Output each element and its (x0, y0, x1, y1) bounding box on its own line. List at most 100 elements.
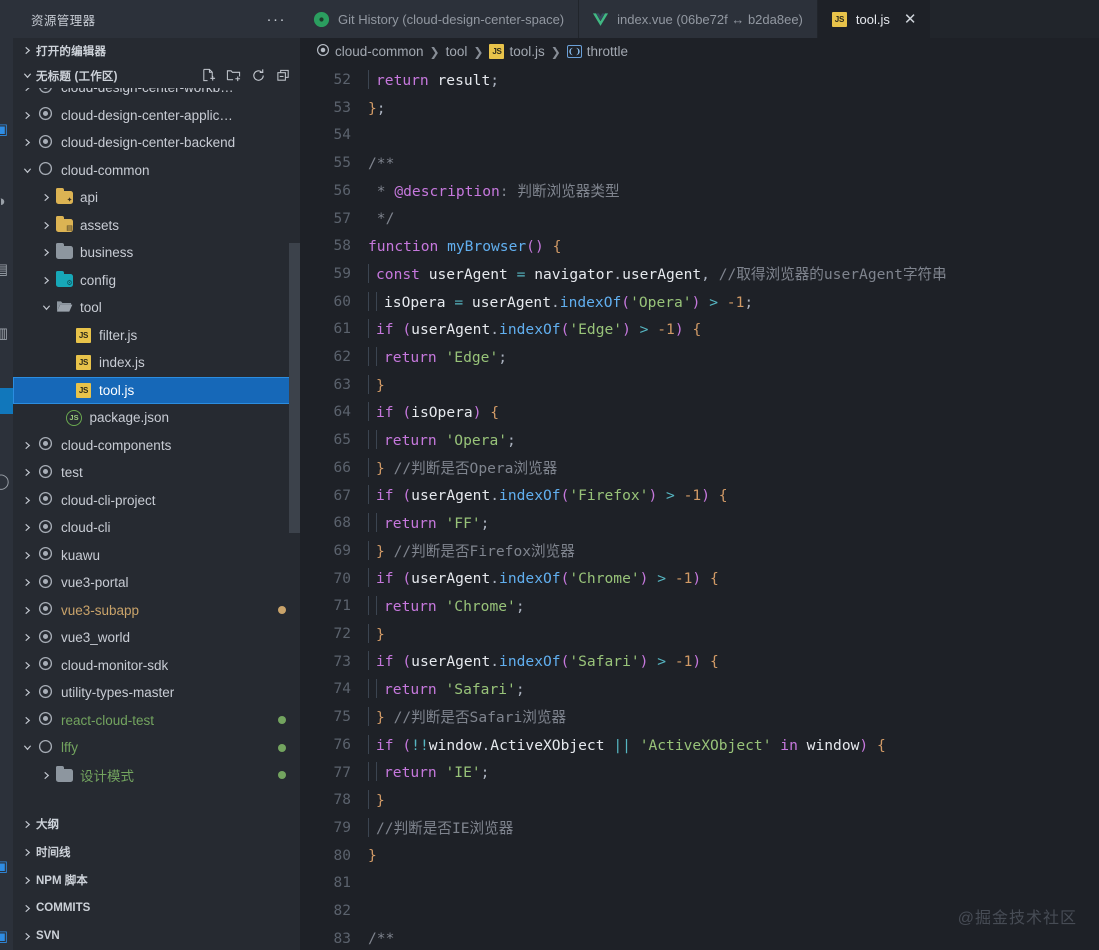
tree-item[interactable]: business (13, 239, 300, 267)
code-line[interactable] (362, 870, 1099, 898)
sidebar-scrollbar[interactable] (289, 243, 300, 533)
close-icon[interactable]: ✕ (904, 10, 917, 28)
code-line[interactable]: return 'Opera'; (362, 427, 1099, 455)
chevron-down-icon[interactable] (18, 740, 36, 755)
code-line[interactable]: if (!!window.ActiveXObject || 'ActiveXOb… (362, 732, 1099, 760)
code-line[interactable] (362, 898, 1099, 926)
tree-item[interactable]: cloud-design-center-backend (13, 129, 300, 157)
chevron-right-icon[interactable] (18, 658, 36, 673)
tree-item[interactable]: ▤ assets (13, 212, 300, 240)
chevron-right-icon[interactable] (37, 218, 55, 233)
code-line[interactable]: }; (362, 95, 1099, 123)
chevron-right-icon[interactable] (18, 603, 36, 618)
code-line[interactable]: if (userAgent.indexOf('Firefox') > -1) { (362, 482, 1099, 510)
tree-item[interactable]: JS package.json (13, 404, 300, 432)
code-line[interactable]: return 'Chrome'; (362, 593, 1099, 621)
new-file-button[interactable] (197, 66, 219, 86)
chevron-right-icon[interactable] (18, 630, 36, 645)
chevron-right-icon[interactable] (18, 135, 36, 150)
chevron-right-icon[interactable] (37, 245, 55, 260)
tree-item[interactable]: JS filter.js (13, 322, 300, 350)
code-line[interactable]: return 'Edge'; (362, 344, 1099, 372)
code-line[interactable]: /** (362, 925, 1099, 950)
section-open-editors[interactable]: 打开的编辑器 (13, 38, 300, 63)
tree-item[interactable]: kuawu (13, 542, 300, 570)
chevron-right-icon[interactable] (18, 713, 36, 728)
chevron-right-icon[interactable] (37, 768, 55, 783)
tree-item[interactable]: react-cloud-test (13, 707, 300, 735)
tree-item[interactable]: vue3-portal (13, 569, 300, 597)
code-line[interactable]: if (userAgent.indexOf('Edge') > -1) { (362, 316, 1099, 344)
new-folder-button[interactable] (222, 66, 244, 86)
code-line[interactable]: } (362, 787, 1099, 815)
code-line[interactable]: return 'IE'; (362, 759, 1099, 787)
editor-tab[interactable]: Git History (cloud-design-center-space) (300, 0, 580, 38)
code-line[interactable]: } (362, 842, 1099, 870)
sidebar-section-3[interactable]: COMMITS (13, 894, 300, 922)
code-line[interactable]: } (362, 372, 1099, 400)
tree-item[interactable]: cloud-components (13, 432, 300, 460)
file-tree[interactable]: cloud-design-center-workb… cloud-design-c… (13, 88, 300, 808)
chevron-right-icon[interactable] (18, 685, 36, 700)
tree-item[interactable]: vue3_world (13, 624, 300, 652)
sidebar-more-actions-button[interactable]: ··· (267, 11, 291, 28)
code-line[interactable]: } //判断是否Firefox浏览器 (362, 538, 1099, 566)
chevron-right-icon[interactable] (18, 493, 36, 508)
code-line[interactable]: if (isOpera) { (362, 399, 1099, 427)
extensions-icon[interactable]: ◯ (0, 470, 12, 492)
section-workspace[interactable]: 无标题 (工作区) (13, 63, 300, 88)
debug-icon[interactable]: ▥ (0, 322, 12, 344)
code-line[interactable]: * @description: 判断浏览器类型 (362, 178, 1099, 206)
breadcrumb-item-tool-js[interactable]: JS tool.js (489, 44, 545, 59)
code-line[interactable]: //判断是否IE浏览器 (362, 815, 1099, 843)
tree-item[interactable]: cloud-cli-project (13, 487, 300, 515)
sidebar-section-0[interactable]: 大纲 (13, 810, 300, 838)
chevron-right-icon[interactable] (18, 548, 36, 563)
tree-item[interactable]: 设计模式 (13, 762, 300, 790)
explorer-icon[interactable]: ▣ (0, 118, 12, 140)
code-line[interactable]: return 'FF'; (362, 510, 1099, 538)
code-line[interactable]: return 'Safari'; (362, 676, 1099, 704)
chevron-down-icon[interactable] (37, 300, 55, 315)
chevron-down-icon[interactable] (18, 163, 36, 178)
tree-item[interactable]: cloud-common (13, 157, 300, 185)
sidebar-section-4[interactable]: SVN (13, 922, 300, 950)
breadcrumb-item-throttle[interactable]: ❨❩ throttle (566, 44, 628, 59)
code-line[interactable]: } (362, 621, 1099, 649)
code-line[interactable]: if (userAgent.indexOf('Chrome') > -1) { (362, 565, 1099, 593)
search-icon[interactable]: ◑ (0, 190, 12, 212)
code-line[interactable]: return result; (362, 67, 1099, 95)
editor-tab[interactable]: index.vue (06be72f ↔ b2da8ee) (579, 0, 818, 38)
chevron-right-icon[interactable] (37, 190, 55, 205)
code-line[interactable]: } //判断是否Opera浏览器 (362, 455, 1099, 483)
tree-item[interactable]: test (13, 459, 300, 487)
tree-item[interactable]: JS index.js (13, 349, 300, 377)
breadcrumb-item-cloud-common[interactable]: cloud-common (316, 43, 424, 60)
code-line[interactable]: if (userAgent.indexOf('Safari') > -1) { (362, 648, 1099, 676)
tree-item[interactable]: ✦ api (13, 184, 300, 212)
tree-item[interactable]: cloud-design-center-applic… (13, 102, 300, 130)
settings-icon[interactable]: ▣ (0, 925, 12, 947)
chevron-right-icon[interactable] (18, 575, 36, 590)
chevron-right-icon[interactable] (37, 273, 55, 288)
code-line[interactable]: isOpera = userAgent.indexOf('Opera') > -… (362, 289, 1099, 317)
tree-item[interactable]: cloud-design-center-workb… (13, 88, 300, 102)
chevron-right-icon[interactable] (18, 108, 36, 123)
sidebar-section-1[interactable]: 时间线 (13, 838, 300, 866)
code-line[interactable]: const userAgent = navigator.userAgent, /… (362, 261, 1099, 289)
code-line[interactable]: /** (362, 150, 1099, 178)
tree-item[interactable]: cloud-monitor-sdk (13, 652, 300, 680)
tree-item-selected[interactable]: JS tool.js (13, 376, 300, 404)
tree-item[interactable]: lffy (13, 734, 300, 762)
editor-tab[interactable]: JS tool.js ✕ (817, 0, 932, 38)
chevron-right-icon[interactable] (18, 88, 36, 95)
tree-item[interactable]: utility-types-master (13, 679, 300, 707)
chevron-right-icon[interactable] (18, 520, 36, 535)
breadcrumb-item-tool[interactable]: tool (446, 44, 468, 59)
sidebar-section-2[interactable]: NPM 脚本 (13, 866, 300, 894)
code-line[interactable]: } //判断是否Safari浏览器 (362, 704, 1099, 732)
tree-item[interactable]: vue3-subapp (13, 597, 300, 625)
tree-item[interactable]: tool (13, 294, 300, 322)
code-line[interactable]: function myBrowser() { (362, 233, 1099, 261)
chevron-right-icon[interactable] (18, 465, 36, 480)
